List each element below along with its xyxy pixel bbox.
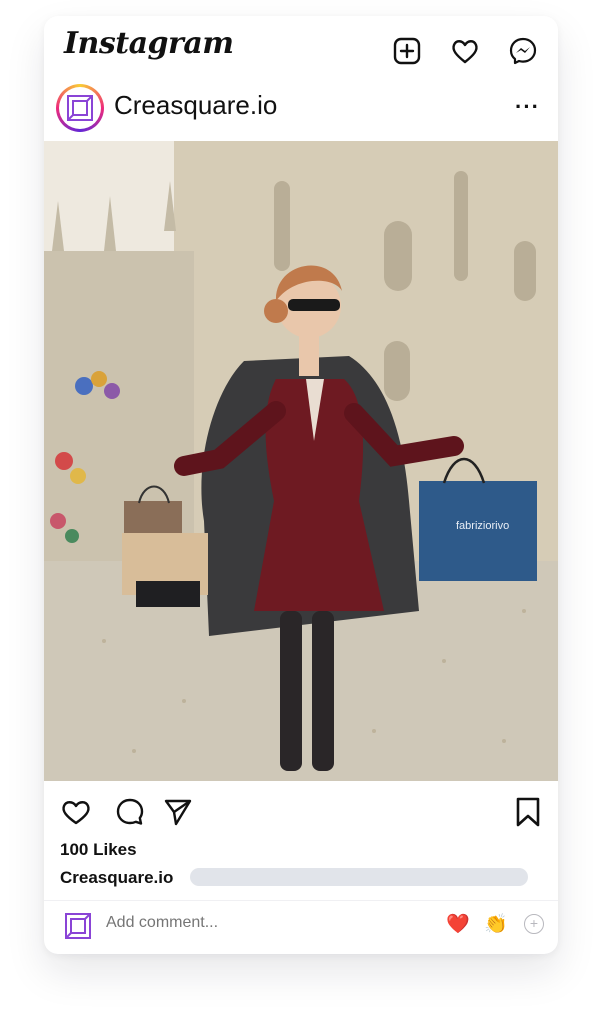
top-bar: Instagram [44,16,558,82]
post-username[interactable]: Creasquare.io [114,90,277,121]
clapping-hands-emoji-icon[interactable]: 👏 [484,912,508,936]
add-emoji-icon[interactable]: + [524,914,544,934]
caption-placeholder-bar [190,868,528,886]
bookmark-icon[interactable] [512,796,544,828]
messenger-icon[interactable] [508,36,538,66]
bag-brand-text: fabriziorivo [456,520,509,532]
heart-icon[interactable] [450,36,480,66]
top-icons [392,36,538,66]
more-options-icon[interactable]: ··· [515,94,540,120]
instagram-logo: Instagram [64,26,234,61]
commenter-avatar-icon [65,913,91,939]
heart-emoji-icon[interactable]: ❤️ [446,912,470,936]
like-heart-icon[interactable] [60,796,92,828]
comment-input[interactable] [106,914,406,932]
comment-row: ❤️ 👏 + [44,910,558,946]
photo-illustration: fabriziorivo [44,141,558,781]
post-photo[interactable]: fabriziorivo [44,141,558,781]
post-actions [44,796,558,832]
caption-username[interactable]: Creasquare.io [60,868,173,888]
creasquare-logo-icon [67,95,93,121]
comment-bubble-icon[interactable] [114,796,146,828]
plus-square-icon[interactable] [392,36,422,66]
divider [44,900,558,901]
likes-count[interactable]: 100 Likes [60,840,137,860]
avatar[interactable] [56,84,104,132]
share-paper-plane-icon[interactable] [162,796,194,828]
post-header: Creasquare.io ··· [44,84,558,136]
post-card: Instagram Creasquare.io ··· fabriziorivo… [44,16,558,954]
